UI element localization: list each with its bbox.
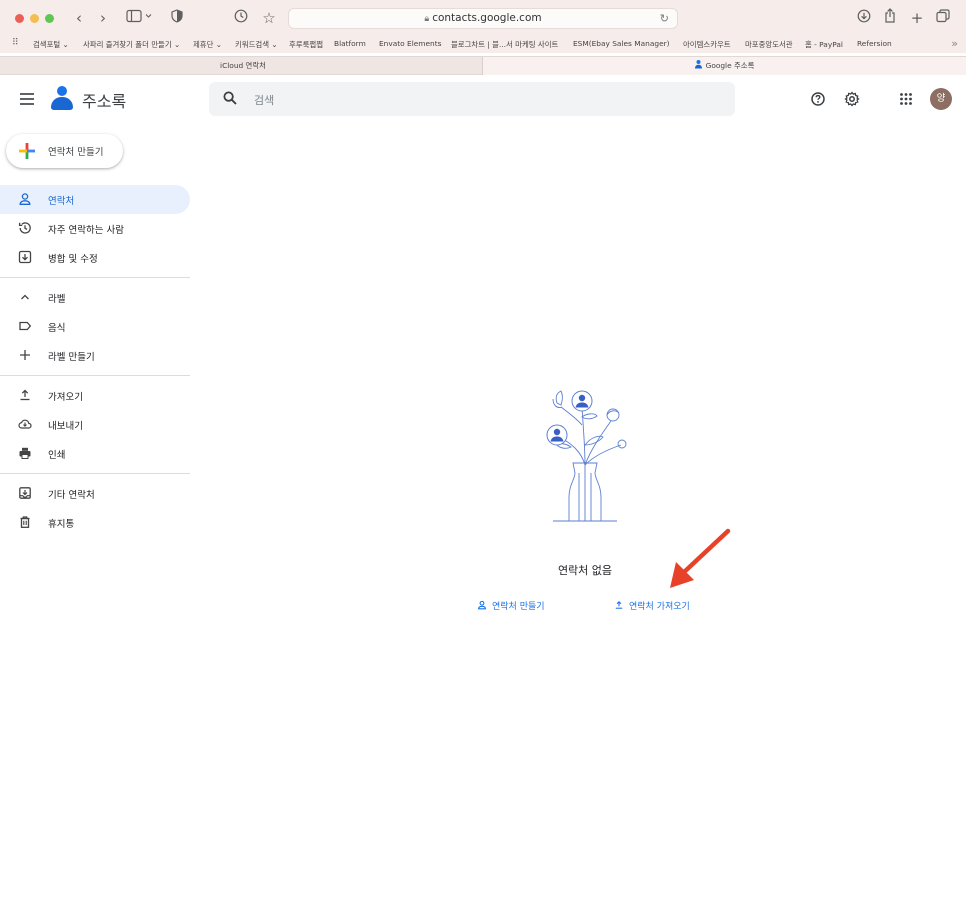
browser-toolbar: ‹ › ☆ 🔒︎ contacts.google.com ↻ + — [0, 0, 966, 36]
sidebar-item-import[interactable]: 가져오기 — [0, 381, 190, 410]
sidebar-item-print[interactable]: 인쇄 — [0, 439, 190, 468]
sidebar-item-export[interactable]: 내보내기 — [0, 410, 190, 439]
upload-icon — [20, 389, 30, 401]
empty-contacts-illustration — [546, 390, 627, 522]
sidebar-item-label: 라벨 — [48, 294, 66, 305]
search-placeholder: 검색 — [254, 94, 275, 107]
bookmark-item[interactable]: 마포중앙도서관 — [745, 39, 793, 50]
bookmark-item[interactable]: 블로그차트 | 블...서 마케팅 사이트 — [451, 39, 558, 50]
bookmarks-bar: ⠿ 검색포털 ⌄ 사파리 즐겨찾기 폴더 만들기 ⌄ 제휴단 ⌄ 키워드검색 ⌄… — [0, 36, 966, 53]
sidebar-item-label: 병합 및 수정 — [48, 254, 98, 265]
tab-icloud-contacts[interactable]: iCloud 연락처 — [0, 57, 483, 75]
bookmark-item[interactable]: Envato Elements — [379, 39, 441, 48]
history-clock-icon[interactable] — [233, 8, 249, 28]
bookmark-item[interactable]: 제휴단 ⌄ — [193, 39, 222, 50]
sidebar-item-other-contacts[interactable]: 기타 연락처 — [0, 479, 190, 508]
person-icon — [19, 193, 31, 205]
tab-label: iCloud 연락처 — [220, 61, 266, 70]
bookmark-item[interactable]: 사파리 즐겨찾기 폴더 만들기 ⌄ — [83, 39, 180, 50]
sidebar-item-label: 음식 — [48, 323, 66, 334]
trash-icon — [20, 516, 30, 528]
cloud-download-icon — [18, 419, 32, 429]
multicolor-plus-icon — [19, 143, 35, 159]
account-avatar[interactable]: 양 — [930, 88, 952, 110]
label-tag-icon — [19, 321, 32, 331]
new-tab-icon[interactable]: + — [909, 8, 925, 28]
app-header: 주소록 검색 양 — [0, 76, 966, 122]
sidebar-item-label: 라벨 만들기 — [48, 352, 95, 363]
settings-gear-icon[interactable] — [842, 89, 862, 109]
lock-icon: 🔒︎ — [424, 14, 430, 24]
privacy-shield-icon[interactable] — [170, 8, 184, 28]
import-contacts-link-label: 연락처 가져오기 — [629, 602, 690, 612]
history-icon — [18, 222, 31, 234]
bookmark-item[interactable]: Blatform — [334, 39, 366, 48]
contacts-favicon-icon — [694, 58, 702, 69]
printer-icon — [19, 447, 31, 459]
sidebar-item-label-food[interactable]: 음식 — [0, 312, 190, 341]
plus-icon — [20, 350, 30, 360]
bookmark-item[interactable]: 홈 - PayPal — [805, 39, 843, 50]
maximize-window-button[interactable] — [45, 14, 54, 23]
tab-google-contacts[interactable]: Google 주소록 — [483, 57, 966, 75]
upload-icon — [615, 601, 623, 609]
bookmark-item[interactable]: Refersion — [857, 39, 892, 48]
more-bookmarks-icon[interactable]: » — [951, 37, 958, 50]
close-window-button[interactable] — [15, 14, 24, 23]
apps-grid-icon[interactable] — [896, 89, 916, 109]
share-icon[interactable] — [882, 8, 898, 28]
sidebar-item-label: 인쇄 — [48, 450, 66, 461]
app-title: 주소록 — [82, 92, 127, 111]
contacts-logo-icon[interactable] — [51, 86, 73, 112]
address-bar[interactable]: 🔒︎ contacts.google.com ↻ — [288, 8, 678, 29]
sidebar-toggle-icon[interactable] — [124, 8, 154, 28]
bookmarks-grid-icon[interactable]: ⠿ — [12, 38, 19, 48]
create-contact-link-label: 연락처 만들기 — [492, 602, 545, 612]
sidebar-item-contacts[interactable]: 연락처 — [0, 185, 190, 214]
inbox-download-icon — [19, 487, 31, 499]
sidebar-item-label: 자주 연락하는 사람 — [48, 225, 124, 236]
sidebar-labels-header[interactable]: 라벨 — [0, 283, 190, 312]
sidebar-divider — [0, 473, 190, 474]
minimize-window-button[interactable] — [30, 14, 39, 23]
create-contact-label: 연락처 만들기 — [48, 147, 104, 158]
back-icon[interactable]: ‹ — [72, 8, 86, 28]
chevron-up-icon — [21, 294, 29, 300]
sidebar-item-merge[interactable]: 병합 및 수정 — [0, 243, 190, 272]
sidebar-item-trash[interactable]: 휴지통 — [0, 508, 190, 537]
red-annotation-arrow-icon — [670, 528, 731, 588]
tab-overview-icon[interactable] — [935, 8, 951, 28]
bookmark-item[interactable]: 아이템스카우트 — [683, 39, 731, 50]
downloads-icon[interactable] — [856, 8, 872, 28]
search-icon — [223, 91, 237, 105]
sidebar-divider — [0, 375, 190, 376]
import-contacts-link[interactable]: 연락처 가져오기 — [614, 599, 690, 612]
sidebar-item-frequent[interactable]: 자주 연락하는 사람 — [0, 214, 190, 243]
forward-icon[interactable]: › — [96, 8, 110, 28]
sidebar-item-label: 기타 연락처 — [48, 490, 95, 501]
create-contact-button[interactable]: 연락처 만들기 — [6, 134, 123, 168]
reload-icon[interactable]: ↻ — [660, 12, 669, 25]
bookmark-item[interactable]: 후루룩쩝쩝 — [289, 39, 323, 50]
bookmark-item[interactable]: 검색포털 ⌄ — [33, 39, 69, 50]
sidebar-item-label: 연락처 — [48, 196, 75, 207]
sidebar-item-label: 휴지통 — [48, 519, 75, 530]
bookmark-star-icon[interactable]: ☆ — [261, 8, 277, 28]
browser-tab-bar: iCloud 연락처 Google 주소록 — [0, 56, 966, 75]
bookmark-item[interactable]: 키워드검색 ⌄ — [235, 39, 278, 50]
url-text: contacts.google.com — [432, 12, 542, 24]
person-icon — [478, 600, 486, 610]
sidebar-divider — [0, 277, 190, 278]
sidebar-item-create-label[interactable]: 라벨 만들기 — [0, 341, 190, 370]
create-contact-link[interactable]: 연락처 만들기 — [477, 599, 545, 612]
sidebar-item-label: 가져오기 — [48, 392, 83, 403]
main-menu-icon[interactable] — [20, 93, 34, 105]
help-icon[interactable] — [808, 89, 828, 109]
bookmark-item[interactable]: ESM(Ebay Sales Manager) — [573, 39, 670, 48]
merge-fix-icon — [18, 250, 32, 264]
sidebar-item-label: 내보내기 — [48, 421, 83, 432]
tab-label: Google 주소록 — [705, 61, 755, 70]
search-input[interactable]: 검색 — [209, 82, 735, 116]
